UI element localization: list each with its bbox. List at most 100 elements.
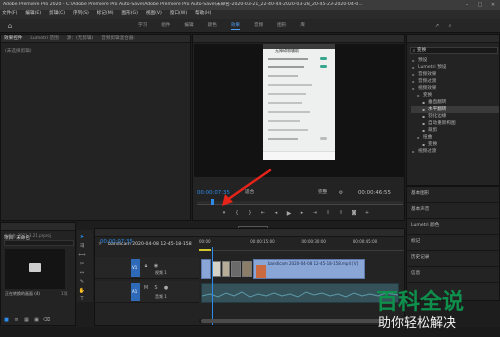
effects-folder[interactable]: ▸ 预设 [411, 57, 499, 64]
workspace-tab[interactable]: 编辑 [184, 23, 193, 30]
effects-search-field[interactable]: ⌕ 变换 [410, 47, 498, 54]
export-icon[interactable]: ↗ [433, 22, 441, 30]
menu-item[interactable]: 窗口(W) [170, 11, 187, 17]
panel-section-header[interactable]: 基本图形 [407, 187, 499, 203]
pen-tool-icon[interactable]: ✎ [79, 279, 85, 285]
effects-folder[interactable]: ▸ 音频过渡 [411, 78, 499, 85]
audio-clip[interactable] [201, 283, 399, 303]
source-panel-tab[interactable]: Lumetri 范围 [30, 36, 58, 41]
panel-section-header[interactable]: Lumetri 颜色 [407, 219, 499, 235]
source-panel-tab[interactable]: 源：(无剪辑) [67, 36, 94, 41]
maximize-icon[interactable]: □ [475, 1, 485, 9]
v1-target[interactable]: V1 [131, 259, 140, 277]
menu-item[interactable]: 编辑(E) [25, 11, 41, 17]
effects-folder[interactable]: ▸ Lumetri 预设 [411, 64, 499, 71]
wrench-icon[interactable]: ⚙ [338, 190, 344, 196]
menu-item[interactable]: 图形(G) [122, 11, 138, 17]
watermark-title: 百科全说 [376, 290, 465, 315]
search-icon[interactable]: ⌕ [446, 22, 454, 30]
slip-tool-icon[interactable]: ↔ [79, 270, 85, 276]
work-area-bar[interactable] [199, 249, 211, 251]
timeline-ruler[interactable]: 00:00 00:00:15:00 00:00:30:00 00:00:45:00 [199, 239, 404, 251]
menu-item[interactable]: 帮助(H) [195, 11, 211, 17]
panel-section-header[interactable]: 标记 [407, 235, 499, 251]
extract-icon[interactable]: ⇪ [338, 210, 344, 216]
new-item-icon[interactable]: ▣ [34, 317, 39, 323]
panel-section-header[interactable]: 基本声音 [407, 203, 499, 219]
workspace-tab[interactable]: 库 [300, 23, 305, 30]
effects-item[interactable]: ▪ 裁剪 [411, 127, 499, 134]
menu-item[interactable]: 文件(F) [2, 11, 17, 17]
panel-section-header[interactable]: 信息 [407, 267, 499, 283]
effects-item-label: 垂直翻转 [428, 99, 447, 105]
project-item-label[interactable]: 正在转换的画面 (4) [5, 291, 40, 297]
effects-item[interactable]: ▪ 变换 [411, 141, 499, 148]
timeline-timecode[interactable]: 00:00:07:35 [100, 239, 133, 245]
home-icon[interactable]: ⌂ [6, 22, 14, 30]
project-thumbnail[interactable] [5, 249, 65, 289]
go-to-out-icon[interactable]: ⇥ [312, 210, 318, 216]
hand-tool-icon[interactable]: ✋ [79, 288, 85, 294]
video-clip[interactable] [201, 259, 211, 279]
workspace-tab[interactable]: 图形 [277, 23, 286, 30]
effects-folder[interactable]: ▸ 音频效果 [411, 71, 499, 78]
effects-item[interactable]: ▪ 水平翻转 [411, 106, 499, 113]
ripple-edit-tool-icon[interactable]: ⟺ [78, 252, 85, 258]
video-clip[interactable]: bandicam 2020-04-08 12-45-18-158.mp4 [V] [253, 259, 365, 279]
type-tool-icon[interactable]: T [79, 296, 85, 302]
selection-tool-icon[interactable]: ➤ [79, 234, 85, 240]
camera-icon[interactable]: ◙ [351, 210, 357, 216]
effect-icon: ▪ [422, 128, 425, 133]
eye-icon[interactable]: ◉ [153, 263, 159, 269]
lift-icon[interactable]: ⇧ [325, 210, 331, 216]
effects-item[interactable]: ▪ 垂直翻转 [411, 99, 499, 106]
clip-thumbnail[interactable] [222, 261, 230, 277]
menu-item[interactable]: 标记(M) [97, 11, 114, 17]
clip-thumbnail [256, 265, 266, 278]
lock-icon[interactable]: ■ [4, 317, 9, 323]
menu-item[interactable]: 剪辑(C) [49, 11, 65, 17]
close-icon[interactable]: ✕ [488, 1, 498, 9]
effects-item[interactable]: ▪ 羽化边缘 [411, 113, 499, 120]
track-select-tool-icon[interactable]: ⇶ [79, 243, 85, 249]
menu-item[interactable]: 序列(S) [73, 11, 89, 17]
icon-view-icon[interactable]: ▦ [24, 317, 29, 323]
effects-folder[interactable]: ▸ 视频过渡 [411, 148, 499, 155]
list-view-icon[interactable]: ≡ [14, 317, 19, 323]
clip-thumbnail[interactable] [212, 261, 221, 277]
minimize-icon[interactable]: – [462, 1, 472, 9]
effects-folder[interactable]: ▸ 扭曲 [411, 134, 499, 141]
play-icon[interactable]: ▶ [286, 210, 292, 217]
effects-item[interactable]: ▪ 自动重新构图 [411, 120, 499, 127]
project-search-field[interactable] [4, 240, 74, 246]
step-forward-icon[interactable]: ▸ [299, 210, 305, 216]
effects-search-value[interactable]: 变换 [417, 48, 426, 54]
panel-section-header[interactable]: 历史记录 [407, 251, 499, 267]
clip-thumbnail[interactable] [231, 261, 241, 277]
mute-icon[interactable]: M [143, 285, 149, 291]
timeline-playhead[interactable] [212, 247, 213, 325]
video-track-content[interactable]: bandicam 2020-04-08 12-45-18-158.mp4 [V] [199, 259, 365, 279]
solo-icon[interactable]: S [153, 285, 159, 291]
effects-folder[interactable]: ▸ 变换 [411, 92, 499, 99]
trash-icon[interactable]: ⌫ [43, 317, 50, 323]
mic-icon[interactable]: ● [163, 285, 169, 291]
source-panel-tab[interactable]: 音频剪辑混合器: [101, 36, 135, 41]
a1-target[interactable]: A1 [131, 283, 140, 301]
audio-track-content[interactable] [199, 283, 399, 303]
video-frame[interactable]: 无障碍和辅助 [194, 44, 405, 177]
workspace-tab[interactable]: 颜色 [208, 23, 217, 30]
clip-thumbnail[interactable] [242, 261, 252, 277]
track-lock-icon[interactable]: 🔒︎ [143, 263, 149, 269]
source-panel-tab[interactable]: 效果控件 [4, 36, 22, 41]
workspace-tab[interactable]: 学习 [138, 23, 147, 30]
workspace-tab[interactable]: 效果 [230, 23, 241, 30]
timeline-scrollbar[interactable] [199, 319, 399, 323]
add-button-icon[interactable]: + [364, 210, 370, 216]
workspace-tab[interactable]: 音频 [254, 23, 263, 30]
workspace-tab[interactable]: 组件 [161, 23, 170, 30]
quality-dropdown[interactable]: 完整 [318, 190, 327, 196]
menu-item[interactable]: 视图(V) [146, 11, 162, 17]
effects-folder[interactable]: ▸ 视频效果 [411, 85, 499, 92]
razor-tool-icon[interactable]: ✂ [79, 261, 85, 267]
